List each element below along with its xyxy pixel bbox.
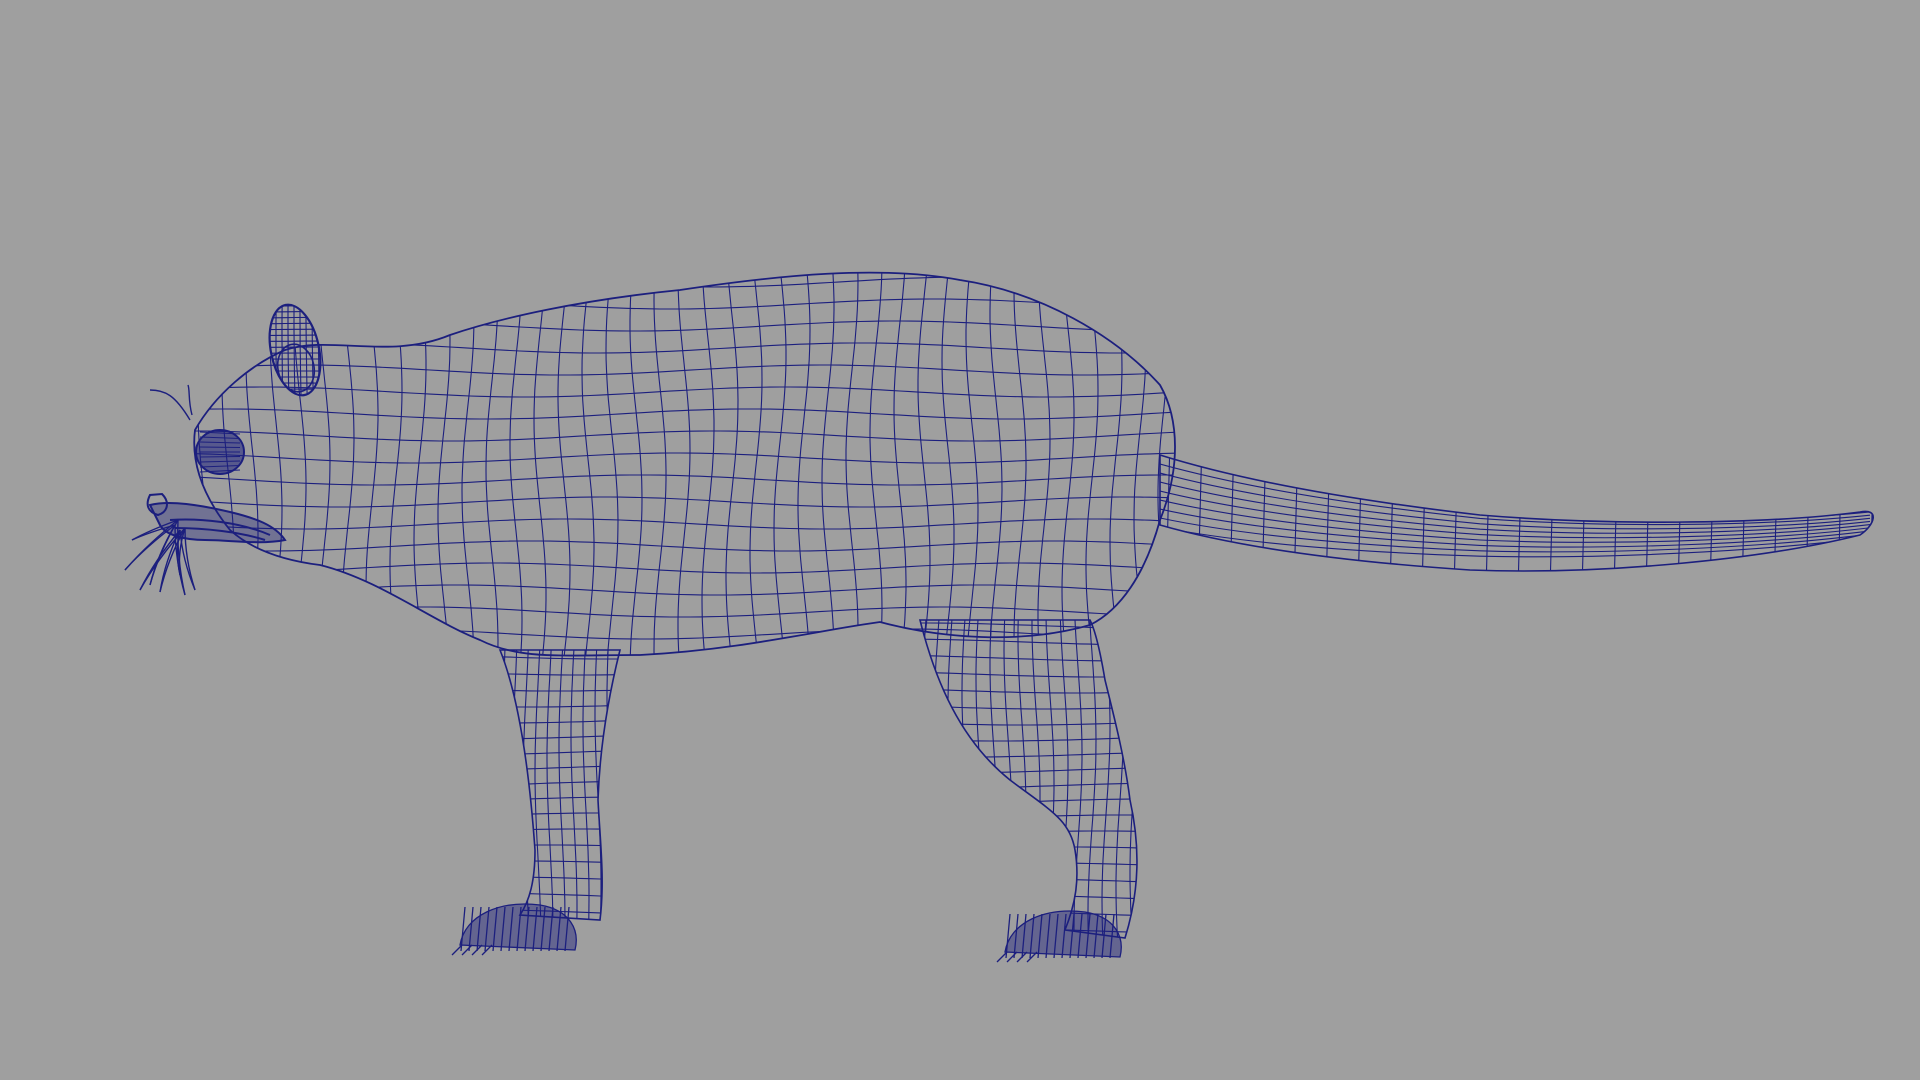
front-leg-mesh (500, 650, 620, 920)
whiskers (124, 384, 196, 596)
hind-leg-outline (918, 619, 1138, 939)
tail-mesh (1160, 455, 1874, 571)
eye (195, 429, 245, 475)
hind-foot (996, 910, 1122, 963)
wireframe-model[interactable] (0, 0, 1920, 1080)
front-foot (451, 903, 577, 956)
3d-viewport[interactable] (0, 0, 1920, 1080)
tail-outline (1159, 453, 1874, 572)
hind-leg-mesh (920, 620, 1137, 938)
body-mesh (194, 272, 1176, 656)
